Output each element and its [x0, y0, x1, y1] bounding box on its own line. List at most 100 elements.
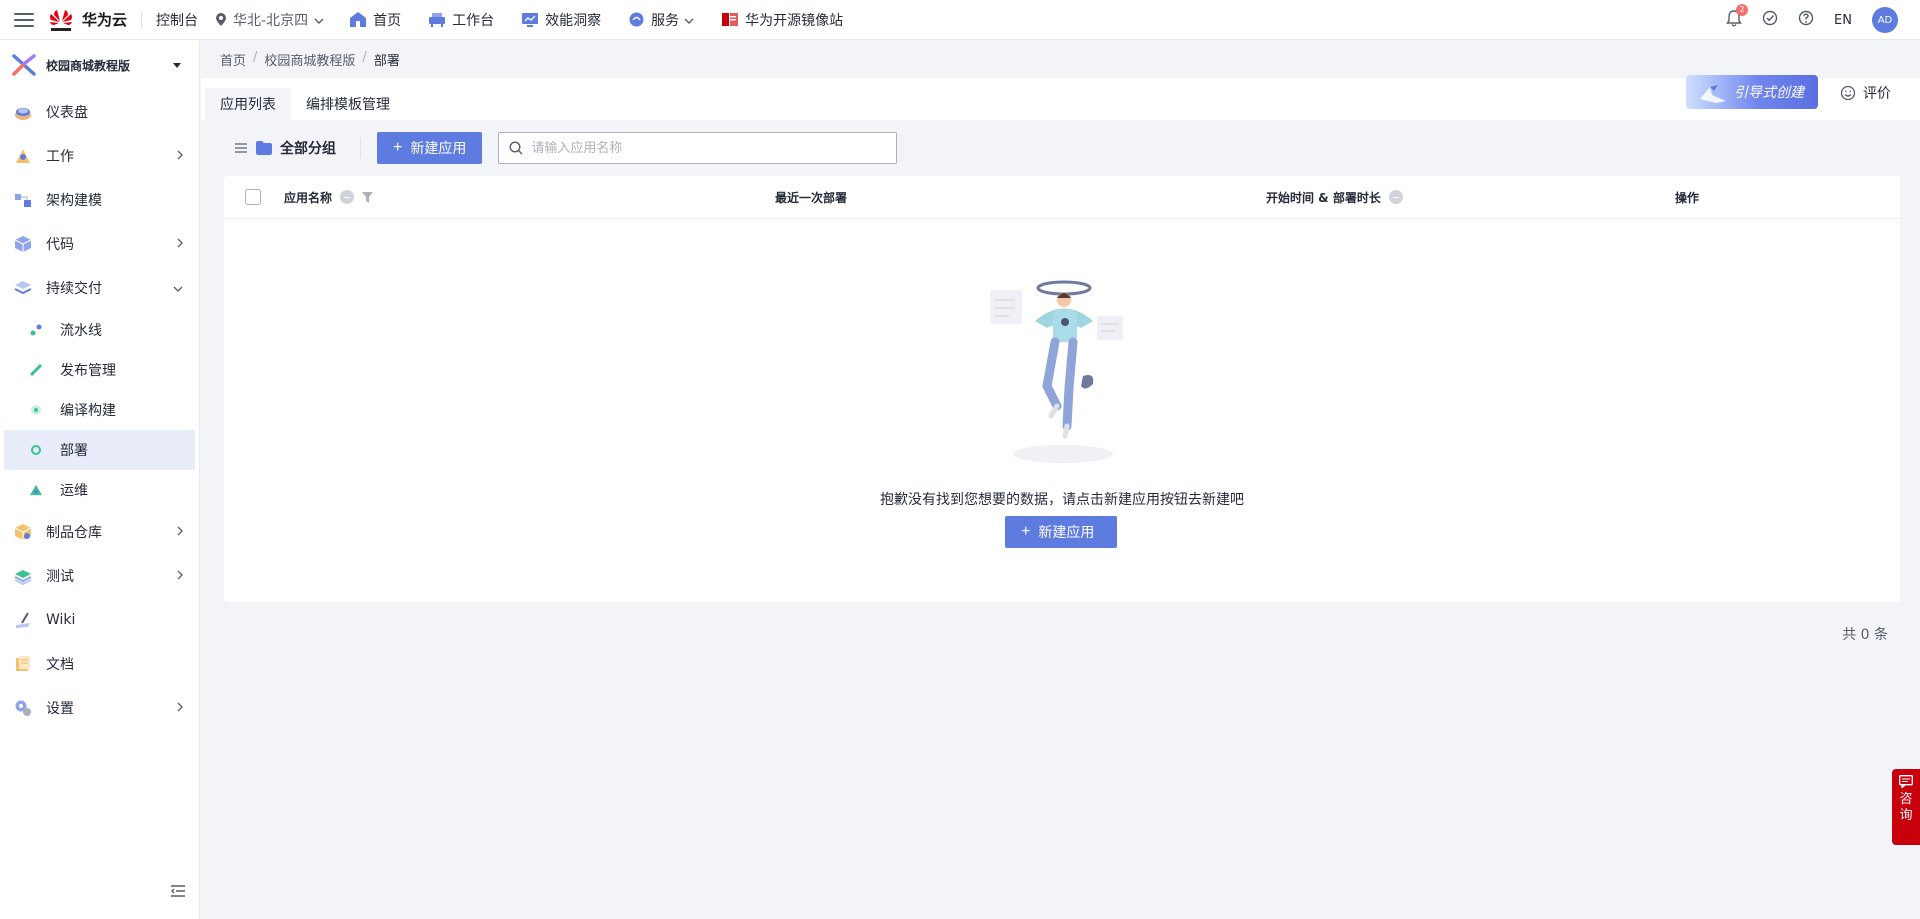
nav-service-label: 服务 — [651, 12, 680, 29]
consult-float-button[interactable]: 咨 询 — [1892, 769, 1920, 845]
search-input[interactable] — [531, 140, 872, 156]
todo-button[interactable] — [1762, 10, 1778, 30]
empty-new-app-button[interactable]: + 新建应用 — [1005, 516, 1117, 548]
breadcrumb-home[interactable]: 首页 — [220, 50, 246, 69]
toolbar: 全部分组 + 新建应用 — [201, 128, 1920, 168]
column-actions: 操作 — [1675, 189, 1699, 206]
tab-template-management[interactable]: 编排模板管理 — [291, 88, 405, 120]
column-label: 开始时间 & 部署时长 — [1266, 190, 1381, 205]
plus-icon: + — [393, 139, 403, 156]
console-label: 控制台 — [156, 12, 199, 29]
wiki-icon — [14, 611, 32, 629]
breadcrumb-project[interactable]: 校园商城教程版 — [264, 50, 355, 69]
huawei-cloud-logo[interactable]: 华为云 — [48, 7, 127, 33]
sidebar-item-architecture[interactable]: 架构建模 — [0, 178, 199, 222]
nav-insight-label: 效能洞察 — [545, 12, 602, 29]
test-icon — [14, 567, 32, 585]
sidebar-item-artifact[interactable]: 制品仓库 — [0, 510, 199, 554]
app-table-card: 应用名称 最近一次部署 开始时间 & 部署时长 操作 抱歉没有找到您想要的数据，… — [224, 176, 1900, 602]
sidebar-subitem-pipeline[interactable]: 流水线 — [4, 310, 195, 350]
nav-home[interactable]: 首页 — [350, 10, 401, 30]
top-right-actions: 2 EN AD — [1706, 0, 1898, 40]
nav-workbench[interactable]: 工作台 — [429, 10, 494, 30]
sidebar-subitem-deploy[interactable]: 部署 — [4, 430, 195, 470]
divider — [141, 10, 143, 29]
build-icon — [30, 404, 42, 416]
breadcrumb-current: 部署 — [373, 54, 400, 69]
new-app-button[interactable]: + 新建应用 — [377, 132, 483, 164]
tab-app-list[interactable]: 应用列表 — [205, 88, 291, 120]
sidebar-subitem-label: 发布管理 — [60, 363, 116, 379]
help-button[interactable] — [1798, 10, 1814, 30]
sidebar-item-label: 持续交付 — [46, 281, 102, 297]
mirror-icon — [722, 13, 739, 26]
sidebar-item-settings[interactable]: 设置 — [0, 686, 199, 730]
sidebar-subitem-release[interactable]: 发布管理 — [4, 350, 195, 390]
select-all-checkbox[interactable] — [245, 189, 261, 205]
rate-button[interactable]: 评价 — [1840, 83, 1891, 103]
sidebar-item-label: 架构建模 — [46, 193, 102, 209]
guided-create-label: 引导式创建 — [1734, 85, 1804, 101]
menu-icon[interactable] — [14, 12, 34, 27]
sidebar-item-label: 工作 — [46, 149, 74, 165]
workbench-icon — [429, 12, 446, 27]
chevron-down-icon — [173, 281, 183, 295]
pipeline-icon — [30, 324, 42, 336]
region-selector[interactable]: 华北-北京四 — [216, 10, 324, 30]
sort-icon[interactable] — [340, 190, 355, 204]
sidebar-item-dashboard[interactable]: 仪表盘 — [0, 90, 199, 134]
sort-icon[interactable] — [1388, 190, 1403, 204]
ops-icon — [30, 484, 42, 496]
sidebar-item-delivery[interactable]: 持续交付 — [0, 266, 199, 310]
column-label: 应用名称 — [284, 190, 333, 205]
sidebar-subitem-ops[interactable]: 运维 — [4, 470, 195, 510]
chevron-right-icon — [177, 701, 183, 715]
language-switch[interactable]: EN — [1834, 13, 1852, 28]
search-icon — [509, 141, 523, 155]
nav-mirror[interactable]: 华为开源镜像站 — [722, 10, 843, 30]
project-selector[interactable]: 校园商城教程版 — [0, 40, 199, 90]
guided-create-button[interactable]: 引导式创建 — [1686, 75, 1818, 109]
sidebar-item-label: 文档 — [46, 657, 74, 673]
nav-insight[interactable]: 效能洞察 — [522, 10, 601, 30]
console-link[interactable]: 控制台 — [156, 10, 198, 30]
breadcrumb-separator: / — [253, 50, 258, 65]
column-start-time: 开始时间 & 部署时长 — [1266, 189, 1403, 206]
sidebar-item-test[interactable]: 测试 — [0, 554, 199, 598]
region-label: 华北-北京四 — [233, 12, 309, 29]
sidebar-item-work[interactable]: 工作 — [0, 134, 199, 178]
delivery-icon — [14, 279, 32, 297]
list-toggle-icon[interactable] — [235, 143, 247, 153]
docs-icon — [14, 655, 32, 673]
sidebar-item-label: 仪表盘 — [46, 105, 88, 121]
collapse-sidebar-icon[interactable] — [171, 885, 185, 901]
sidebar-item-code[interactable]: 代码 — [0, 222, 199, 266]
sidebar-subitem-label: 运维 — [60, 483, 88, 499]
user-avatar[interactable]: AD — [1872, 7, 1898, 33]
architecture-icon — [14, 191, 32, 209]
search-box[interactable] — [498, 132, 898, 164]
sidebar: 校园商城教程版 仪表盘 工作 架构建模 代码 持续交付 流水线 发布管理 编译构… — [0, 40, 200, 919]
group-selector[interactable]: 全部分组 — [256, 138, 336, 158]
nav-home-label: 首页 — [373, 12, 402, 29]
sidebar-subitem-build[interactable]: 编译构建 — [4, 390, 195, 430]
guide-arrow-icon — [1700, 85, 1726, 103]
code-icon — [14, 235, 32, 253]
settings-icon — [14, 699, 32, 717]
consult-char: 询 — [1899, 808, 1913, 823]
sidebar-subitem-label: 流水线 — [60, 323, 102, 339]
filter-icon[interactable] — [362, 191, 374, 203]
rate-label: 评价 — [1863, 86, 1891, 102]
sidebar-item-label: 设置 — [46, 701, 74, 717]
sidebar-item-label: 制品仓库 — [46, 525, 102, 541]
sidebar-item-wiki[interactable]: Wiki — [0, 598, 199, 642]
sidebar-subitem-label: 部署 — [60, 443, 88, 459]
new-app-label: 新建应用 — [1038, 524, 1095, 540]
help-icon — [1798, 10, 1814, 26]
sidebar-item-label: 代码 — [46, 237, 74, 253]
notification-button[interactable]: 2 — [1726, 3, 1749, 31]
divider — [360, 137, 361, 159]
sidebar-item-label: 测试 — [46, 569, 74, 585]
nav-service[interactable]: 服务 — [629, 10, 694, 30]
sidebar-item-docs[interactable]: 文档 — [0, 642, 199, 686]
